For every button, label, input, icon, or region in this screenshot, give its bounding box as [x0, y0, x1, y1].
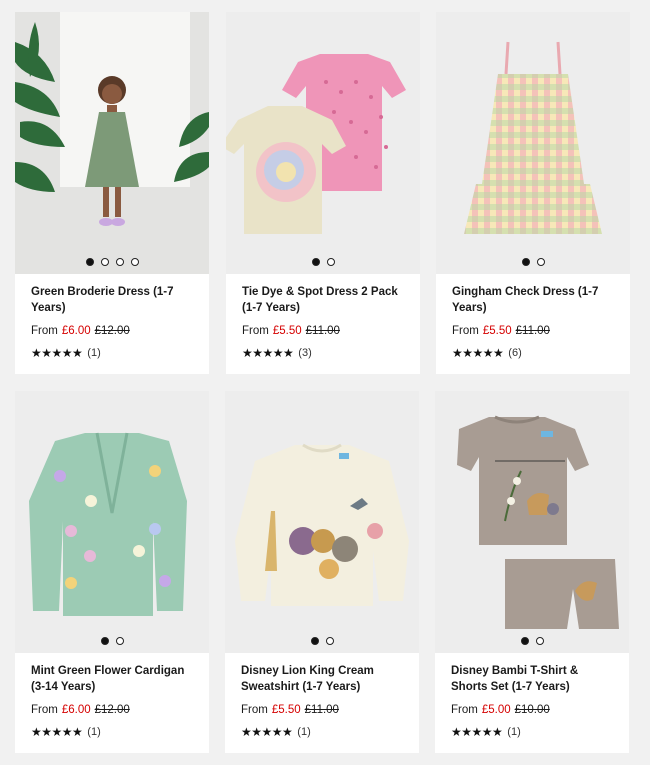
sale-price: £5.50: [271, 704, 301, 716]
sale-price: £6.00: [61, 325, 91, 337]
product-price: From £5.00 £10.00: [451, 704, 613, 716]
product-price: From £6.00 £12.00: [31, 325, 193, 337]
review-count: (1): [297, 726, 311, 738]
product-rating[interactable]: ★★★★★ (1): [31, 725, 193, 739]
product-title[interactable]: Gingham Check Dress (1-7 Years): [452, 284, 614, 316]
review-count: (1): [87, 347, 101, 359]
sale-price: £5.50: [482, 325, 512, 337]
product-image[interactable]: [226, 12, 420, 274]
product-rating[interactable]: ★★★★★ (1): [241, 725, 403, 739]
product-image[interactable]: [15, 12, 209, 274]
review-count: (3): [298, 347, 312, 359]
price-prefix: From: [451, 704, 478, 716]
image-carousel-dots: [226, 258, 420, 266]
carousel-dot[interactable]: [85, 258, 94, 266]
product-grid: Green Broderie Dress (1-7 Years) From £6…: [0, 0, 650, 765]
image-carousel-dots: [225, 637, 419, 645]
product-title[interactable]: Disney Lion King Cream Sweatshirt (1-7 Y…: [241, 663, 403, 695]
image-carousel-dots: [435, 637, 629, 645]
image-carousel-dots: [436, 258, 630, 266]
original-price: £11.00: [305, 325, 340, 337]
carousel-dot[interactable]: [311, 258, 320, 266]
carousel-dot[interactable]: [521, 258, 530, 266]
product-title[interactable]: Tie Dye & Spot Dress 2 Pack (1-7 Years): [242, 284, 404, 316]
carousel-dot[interactable]: [520, 637, 529, 645]
carousel-dot[interactable]: [115, 637, 124, 645]
review-count: (1): [507, 726, 521, 738]
sale-price: £5.50: [272, 325, 302, 337]
review-count: (6): [508, 347, 522, 359]
product-card[interactable]: Mint Green Flower Cardigan (3-14 Years) …: [15, 391, 209, 753]
star-rating-icon: ★★★★★: [451, 725, 503, 739]
carousel-dot[interactable]: [310, 637, 319, 645]
sale-price: £5.00: [481, 704, 511, 716]
product-card[interactable]: Gingham Check Dress (1-7 Years) From £5.…: [436, 12, 630, 374]
carousel-dot[interactable]: [326, 258, 335, 266]
product-card[interactable]: Green Broderie Dress (1-7 Years) From £6…: [15, 12, 209, 374]
original-price: £12.00: [94, 325, 130, 337]
product-image[interactable]: [225, 391, 419, 653]
product-title[interactable]: Mint Green Flower Cardigan (3-14 Years): [31, 663, 193, 695]
product-price: From £5.50 £11.00: [241, 704, 403, 716]
product-image[interactable]: [15, 391, 209, 653]
original-price: £10.00: [514, 704, 550, 716]
product-card[interactable]: Tie Dye & Spot Dress 2 Pack (1-7 Years) …: [226, 12, 420, 374]
star-rating-icon: ★★★★★: [31, 725, 83, 739]
carousel-dot[interactable]: [535, 637, 544, 645]
product-image[interactable]: [435, 391, 629, 653]
carousel-dot[interactable]: [325, 637, 334, 645]
product-rating[interactable]: ★★★★★ (6): [452, 346, 614, 360]
product-rating[interactable]: ★★★★★ (3): [242, 346, 404, 360]
product-price: From £5.50 £11.00: [242, 325, 404, 337]
price-prefix: From: [452, 325, 479, 337]
image-carousel-dots: [15, 258, 209, 266]
product-rating[interactable]: ★★★★★ (1): [451, 725, 613, 739]
product-card[interactable]: Disney Lion King Cream Sweatshirt (1-7 Y…: [225, 391, 419, 753]
price-prefix: From: [242, 325, 269, 337]
star-rating-icon: ★★★★★: [241, 725, 293, 739]
carousel-dot[interactable]: [115, 258, 124, 266]
image-carousel-dots: [15, 637, 209, 645]
product-title[interactable]: Green Broderie Dress (1-7 Years): [31, 284, 193, 316]
carousel-dot[interactable]: [536, 258, 545, 266]
price-prefix: From: [31, 704, 58, 716]
product-image[interactable]: [436, 12, 630, 274]
carousel-dot[interactable]: [100, 637, 109, 645]
star-rating-icon: ★★★★★: [452, 346, 504, 360]
original-price: £11.00: [304, 704, 339, 716]
star-rating-icon: ★★★★★: [31, 346, 83, 360]
star-rating-icon: ★★★★★: [242, 346, 294, 360]
review-count: (1): [87, 726, 101, 738]
product-card[interactable]: Disney Bambi T-Shirt & Shorts Set (1-7 Y…: [435, 391, 629, 753]
original-price: £12.00: [94, 704, 130, 716]
price-prefix: From: [31, 325, 58, 337]
product-price: From £6.00 £12.00: [31, 704, 193, 716]
carousel-dot[interactable]: [130, 258, 139, 266]
price-prefix: From: [241, 704, 268, 716]
product-price: From £5.50 £11.00: [452, 325, 614, 337]
product-rating[interactable]: ★★★★★ (1): [31, 346, 193, 360]
original-price: £11.00: [515, 325, 550, 337]
sale-price: £6.00: [61, 704, 91, 716]
product-title[interactable]: Disney Bambi T-Shirt & Shorts Set (1-7 Y…: [451, 663, 613, 695]
carousel-dot[interactable]: [100, 258, 109, 266]
